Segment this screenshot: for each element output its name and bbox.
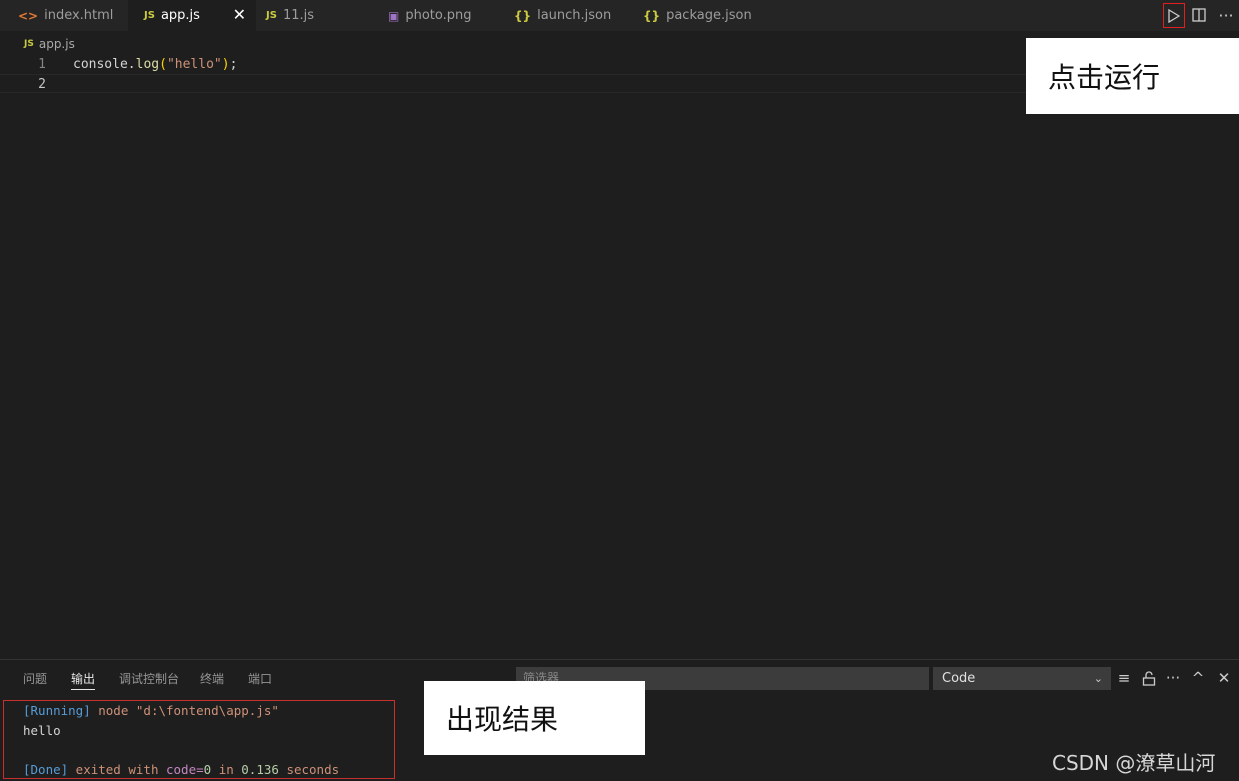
- breadcrumb-file[interactable]: app.js: [39, 37, 75, 51]
- output-line-blank: [23, 740, 394, 760]
- token-paren: ): [221, 57, 230, 72]
- tab-app-js[interactable]: JS app.js ✕: [128, 0, 256, 31]
- tab-photo-png[interactable]: ▣ photo.png: [376, 0, 502, 31]
- tab-bar: <> index.html JS app.js ✕ JS 11.js ▣ pho…: [0, 0, 1239, 31]
- code-text[interactable]: console.log("hello");: [73, 55, 237, 74]
- running-command: node "d:\fontend\app.js": [90, 703, 279, 718]
- token-semicolon: ;: [229, 57, 238, 72]
- annotation-result-hint: 出现结果: [424, 681, 645, 755]
- done-tag: [Done]: [23, 761, 69, 777]
- token-object: console.: [73, 57, 136, 72]
- js-file-icon: JS: [24, 39, 34, 49]
- line-number: 1: [38, 57, 46, 72]
- panel-tab-ports[interactable]: 端口: [248, 670, 272, 690]
- more-actions-button[interactable]: ···: [1215, 4, 1237, 26]
- panel-tab-terminal[interactable]: 终端: [200, 670, 224, 690]
- image-file-icon: ▣: [388, 8, 400, 23]
- token-function: log: [135, 57, 160, 72]
- json-file-icon: {}: [643, 8, 661, 23]
- code-editor[interactable]: 1 console.log("hello"); 2: [0, 55, 1239, 655]
- split-editor-icon: [1192, 8, 1206, 22]
- token-string: "hello": [166, 57, 222, 72]
- run-icon: [1168, 8, 1180, 23]
- close-panel-icon[interactable]: ✕: [1215, 668, 1233, 688]
- unlock-icon: [1142, 670, 1156, 686]
- close-tab-icon[interactable]: ✕: [233, 5, 246, 24]
- tab-label: app.js: [160, 8, 200, 23]
- token-paren: (: [159, 57, 167, 72]
- tab-package-json[interactable]: {} package.json: [630, 0, 770, 31]
- html-file-icon: <>: [18, 8, 39, 23]
- output-line-result: hello: [23, 722, 61, 738]
- tab-index-html[interactable]: <> index.html: [0, 0, 128, 31]
- json-file-icon: {}: [514, 8, 532, 23]
- tab-label: launch.json: [537, 8, 612, 23]
- output-log[interactable]: [Running] node "d:\fontend\app.js" hello…: [3, 700, 395, 779]
- done-text: exited with: [68, 761, 166, 777]
- lock-scroll-icon[interactable]: [1140, 668, 1158, 688]
- done-code-label: code=: [166, 761, 204, 777]
- chevron-down-icon: ⌄: [1093, 672, 1103, 685]
- running-tag: [Running]: [23, 703, 91, 718]
- breadcrumb[interactable]: JS app.js: [24, 35, 75, 53]
- tab-label: 11.js: [282, 8, 314, 23]
- annotation-run-hint: 点击运行: [1026, 38, 1239, 114]
- run-code-button[interactable]: [1163, 3, 1185, 28]
- tab-11-js[interactable]: JS 11.js: [256, 0, 376, 31]
- tab-label: index.html: [44, 8, 114, 23]
- done-unit: seconds: [278, 761, 340, 777]
- clear-output-icon[interactable]: ≡: [1115, 668, 1133, 688]
- line-number: 2: [38, 77, 46, 92]
- watermark: CSDN @潦草山河: [1052, 751, 1216, 775]
- output-channel-select[interactable]: Code ⌄: [933, 667, 1111, 690]
- output-line-running: [Running] node "d:\fontend\app.js": [23, 701, 394, 721]
- maximize-panel-icon[interactable]: ^: [1189, 668, 1207, 688]
- done-in: in: [211, 761, 242, 777]
- tab-label: photo.png: [405, 8, 472, 23]
- panel-tab-debug-console[interactable]: 调试控制台: [119, 670, 179, 690]
- panel-tab-problems[interactable]: 问题: [23, 670, 47, 690]
- tab-label: package.json: [666, 8, 752, 23]
- output-line-done: [Done] exited with code=0 in 0.136 secon…: [23, 760, 394, 780]
- panel-tab-output[interactable]: 输出: [71, 670, 96, 690]
- js-file-icon: JS: [144, 10, 155, 21]
- more-icon[interactable]: ···: [1164, 668, 1182, 688]
- done-time: 0.136: [241, 761, 279, 777]
- js-file-icon: JS: [266, 10, 277, 21]
- split-editor-button[interactable]: [1190, 5, 1208, 25]
- tab-launch-json[interactable]: {} launch.json: [502, 0, 630, 31]
- output-channel-value: Code: [942, 671, 976, 686]
